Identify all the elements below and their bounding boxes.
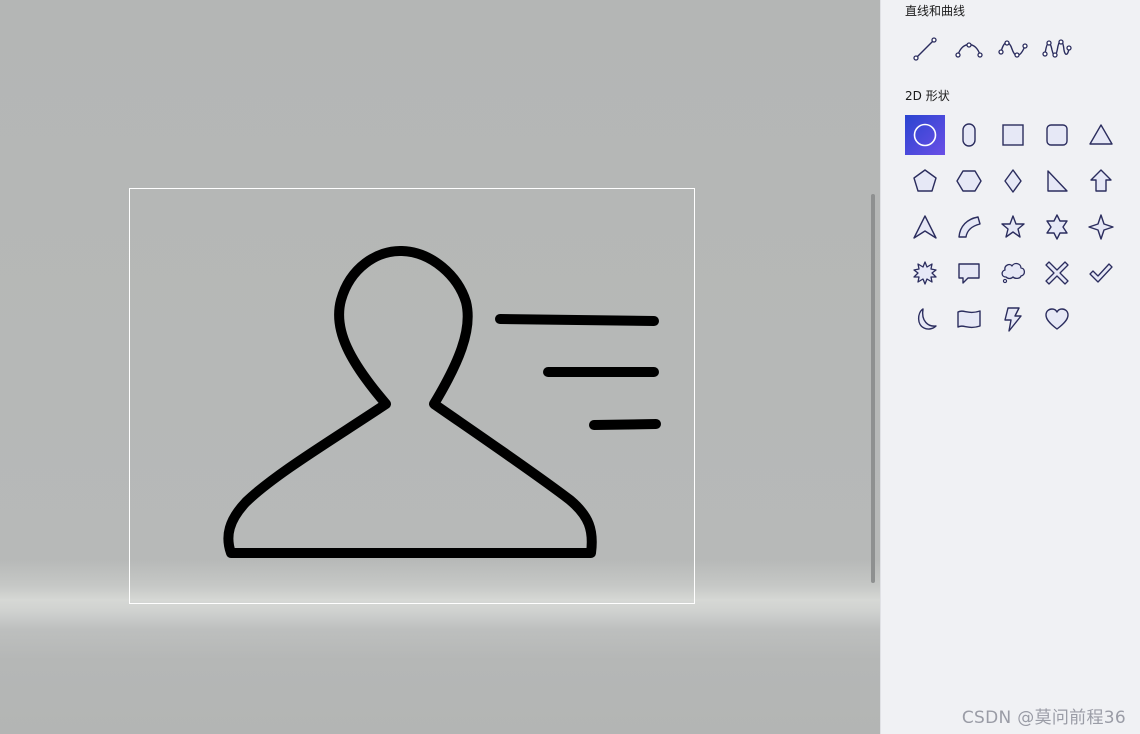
shape-tool-x-mark-button[interactable] xyxy=(1037,253,1077,293)
checkmark-icon xyxy=(1089,263,1113,283)
shape-tool-moon-button[interactable] xyxy=(905,299,945,339)
line-icon xyxy=(913,37,937,61)
star-4-icon xyxy=(1088,214,1114,240)
shape-tool-right-triangle-button[interactable] xyxy=(1037,161,1077,201)
person-silhouette-stroke xyxy=(223,246,597,558)
thought-bubble-icon xyxy=(1001,262,1026,284)
shape-tool-banner-button[interactable] xyxy=(949,299,989,339)
pill-icon xyxy=(962,123,976,147)
lines-section-title: 直线和曲线 xyxy=(905,4,966,18)
burst-icon xyxy=(913,261,937,285)
heart-icon xyxy=(1045,308,1069,330)
circle-icon xyxy=(913,123,937,147)
canvas-area[interactable] xyxy=(0,0,880,734)
line-tool-curve-button[interactable] xyxy=(949,29,989,69)
lightning-icon xyxy=(1004,307,1022,332)
shape-tool-star-4-button[interactable] xyxy=(1081,207,1121,247)
paint-3d-window: 直线和曲线 2D 形状 CSDN @莫问前程36 xyxy=(0,0,1140,734)
shape-tool-burst-button[interactable] xyxy=(905,253,945,293)
shape-tool-pentagon-button[interactable] xyxy=(905,161,945,201)
shape-tool-lightning-button[interactable] xyxy=(993,299,1033,339)
shape-tool-star-6-button[interactable] xyxy=(1037,207,1077,247)
shape-tool-pill-button[interactable] xyxy=(949,115,989,155)
arrow-up-icon xyxy=(1090,169,1112,192)
moon-icon xyxy=(917,308,937,330)
shape-tool-thought-bubble-button[interactable] xyxy=(993,253,1033,293)
shape-tool-star-5-button[interactable] xyxy=(993,207,1033,247)
shape-tool-rounded-square-button[interactable] xyxy=(1037,115,1077,155)
arrowhead-icon xyxy=(913,215,937,239)
shape-tool-arrow-up-button[interactable] xyxy=(1081,161,1121,201)
rounded-square-icon xyxy=(1046,124,1068,146)
shape-tool-arrowhead-button[interactable] xyxy=(905,207,945,247)
shapes-section-title: 2D 形状 xyxy=(905,89,950,103)
text-line-3 xyxy=(589,419,661,430)
shape-tool-arc-button[interactable] xyxy=(949,207,989,247)
shapes-panel: 直线和曲线 2D 形状 xyxy=(880,0,1140,734)
line-tool-wave-curve-button[interactable] xyxy=(1037,29,1077,69)
star-5-icon xyxy=(1001,215,1025,238)
wave-curve-icon xyxy=(1042,39,1072,58)
canvas-scrollbar[interactable] xyxy=(871,194,875,583)
s-curve-icon xyxy=(998,40,1028,58)
shape-tool-speech-bubble-button[interactable] xyxy=(949,253,989,293)
contact-card-drawing xyxy=(223,246,661,558)
watermark: CSDN @莫问前程36 xyxy=(961,708,1126,728)
triangle-icon xyxy=(1089,124,1113,145)
diamond-icon xyxy=(1004,169,1022,193)
shape-tool-triangle-button[interactable] xyxy=(1081,115,1121,155)
line-tool-line-button[interactable] xyxy=(905,29,945,69)
text-line-1 xyxy=(495,314,659,326)
speech-bubble-icon xyxy=(958,263,980,284)
star-6-icon xyxy=(1046,214,1068,240)
shape-tool-checkmark-button[interactable] xyxy=(1081,253,1121,293)
shape-tool-hexagon-button[interactable] xyxy=(949,161,989,201)
hexagon-icon xyxy=(956,170,982,192)
right-triangle-icon xyxy=(1047,170,1068,192)
line-tool-s-curve-button[interactable] xyxy=(993,29,1033,69)
square-icon xyxy=(1002,124,1024,146)
banner-icon xyxy=(957,310,981,329)
arc-icon xyxy=(958,216,981,238)
pentagon-icon xyxy=(913,169,937,192)
curve-icon xyxy=(955,42,983,58)
shape-tool-diamond-button[interactable] xyxy=(993,161,1033,201)
shape-tool-square-button[interactable] xyxy=(993,115,1033,155)
x-mark-icon xyxy=(1045,261,1069,285)
shape-tool-heart-button[interactable] xyxy=(1037,299,1077,339)
shape-tool-circle-button[interactable] xyxy=(905,115,945,155)
